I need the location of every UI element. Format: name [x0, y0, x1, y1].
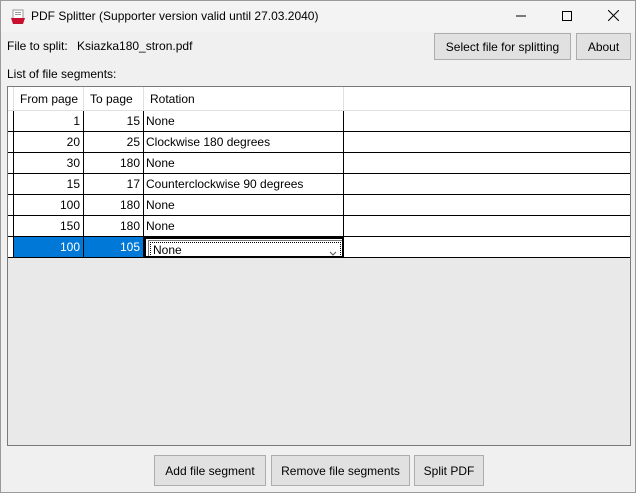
segment-row[interactable]: 100 105 None — [8, 237, 630, 258]
title-bar[interactable]: PDF Splitter (Supporter version valid un… — [1, 1, 635, 32]
row-filler-cell — [344, 195, 630, 216]
segment-row[interactable]: 1 15 None — [8, 111, 630, 132]
remove-file-segments-button[interactable]: Remove file segments — [271, 455, 410, 486]
select-file-button[interactable]: Select file for splitting — [434, 33, 571, 60]
column-header-from-page[interactable]: From page — [14, 87, 84, 111]
to-page-cell[interactable]: 25 — [84, 132, 144, 153]
to-page-cell[interactable]: 180 — [84, 216, 144, 237]
row-filler-cell — [344, 237, 630, 258]
about-button[interactable]: About — [576, 33, 631, 60]
rotation-cell[interactable]: None — [144, 195, 344, 216]
from-page-cell[interactable]: 100 — [14, 195, 84, 216]
from-page-cell[interactable]: 15 — [14, 174, 84, 195]
rotation-cell[interactable]: Counterclockwise 90 degrees — [144, 174, 344, 195]
segments-grid[interactable]: From page To page Rotation 1 15 None 20 25 Cl… — [7, 86, 631, 446]
file-to-split-label: File to split: — [7, 39, 68, 53]
row-filler-cell — [344, 111, 630, 132]
chevron-down-icon[interactable] — [329, 246, 337, 256]
segment-row[interactable]: 150 180 None — [8, 216, 630, 237]
rotation-cell[interactable]: None — [144, 237, 344, 258]
row-filler-cell — [344, 216, 630, 237]
from-page-cell[interactable]: 150 — [14, 216, 84, 237]
maximize-icon — [562, 10, 572, 24]
from-page-cell[interactable]: 20 — [14, 132, 84, 153]
row-filler-cell — [344, 153, 630, 174]
file-name-value: Ksiazka180_stron.pdf — [77, 39, 193, 53]
segment-row[interactable]: 30 180 None — [8, 153, 630, 174]
rotation-cell[interactable]: None — [144, 153, 344, 174]
maximize-button[interactable] — [544, 1, 590, 32]
segments-list-label: List of file segments: — [7, 67, 117, 81]
row-filler-cell — [344, 132, 630, 153]
split-pdf-button[interactable]: Split PDF — [414, 455, 484, 486]
close-button[interactable] — [590, 1, 636, 32]
to-page-cell[interactable]: 17 — [84, 174, 144, 195]
from-page-cell[interactable]: 100 — [14, 237, 84, 258]
to-page-cell[interactable]: 15 — [84, 111, 144, 132]
window-title: PDF Splitter (Supporter version valid un… — [31, 9, 319, 23]
column-header-filler — [344, 87, 630, 111]
close-icon — [607, 9, 619, 24]
rotation-dropdown-value: None — [153, 242, 182, 257]
rotation-cell[interactable]: None — [144, 216, 344, 237]
segment-row[interactable]: 20 25 Clockwise 180 degrees — [8, 132, 630, 153]
rotation-cell[interactable]: None — [144, 111, 344, 132]
column-header-to-page[interactable]: To page — [84, 87, 144, 111]
from-page-cell[interactable]: 30 — [14, 153, 84, 174]
from-page-cell[interactable]: 1 — [14, 111, 84, 132]
to-page-cell[interactable]: 180 — [84, 195, 144, 216]
minimize-icon — [516, 10, 526, 24]
segment-row[interactable]: 100 180 None — [8, 195, 630, 216]
pdf-splitter-app-icon — [10, 9, 26, 25]
segment-row[interactable]: 15 17 Counterclockwise 90 degrees — [8, 174, 630, 195]
rotation-cell[interactable]: Clockwise 180 degrees — [144, 132, 344, 153]
to-page-cell[interactable]: 105 — [84, 237, 144, 258]
rotation-dropdown[interactable]: None — [148, 240, 342, 257]
pdf-splitter-window: PDF Splitter (Supporter version valid un… — [0, 0, 636, 493]
column-header-rotation[interactable]: Rotation — [144, 87, 344, 111]
to-page-cell[interactable]: 180 — [84, 153, 144, 174]
add-file-segment-button[interactable]: Add file segment — [154, 455, 266, 486]
row-filler-cell — [344, 174, 630, 195]
minimize-button[interactable] — [498, 1, 544, 32]
